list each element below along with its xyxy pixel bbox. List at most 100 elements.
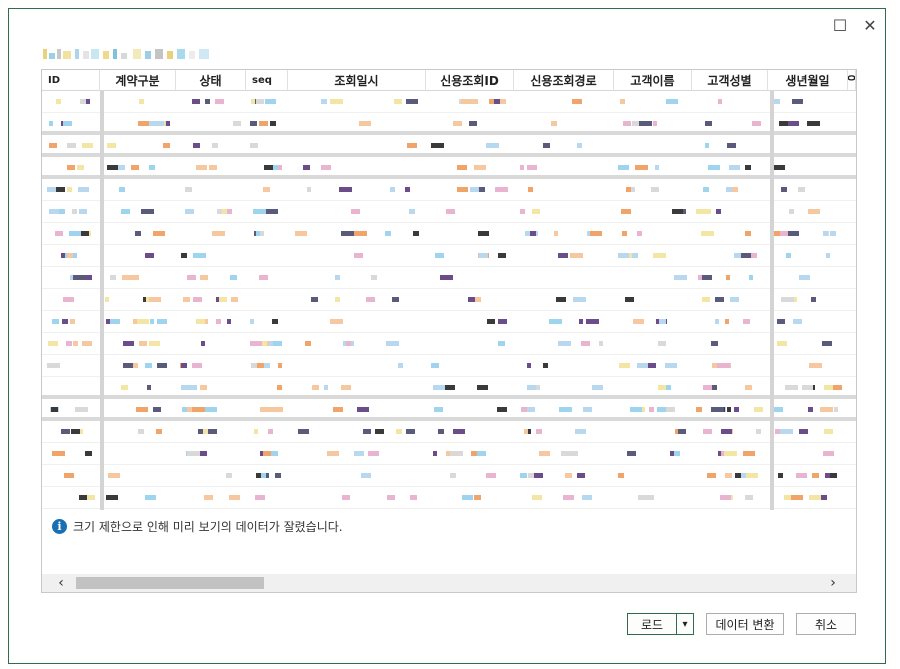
redacted-cell-pixels bbox=[342, 495, 350, 500]
redacted-cell-pixels bbox=[275, 473, 281, 478]
redacted-cell-pixels bbox=[592, 385, 603, 390]
load-button[interactable]: 로드 bbox=[627, 613, 677, 635]
table-row[interactable] bbox=[42, 157, 856, 179]
column-header-status[interactable]: 상태 bbox=[176, 70, 246, 90]
table-row[interactable] bbox=[42, 509, 856, 510]
redacted-cell-pixels bbox=[375, 429, 384, 434]
redacted-cell-pixels bbox=[802, 385, 813, 390]
scroll-right-button[interactable]: › bbox=[824, 574, 842, 592]
redacted-cell-pixels bbox=[163, 143, 170, 148]
table-row[interactable] bbox=[42, 333, 856, 355]
redacted-cell-pixels bbox=[808, 407, 813, 412]
redacted-cell-pixels bbox=[539, 451, 550, 456]
redacted-cell-pixels bbox=[272, 319, 278, 324]
redacted-cell-pixels bbox=[205, 407, 217, 412]
redacted-cell-pixels bbox=[209, 165, 217, 170]
redacted-cell-pixels bbox=[150, 319, 154, 324]
redacted-cell-pixels bbox=[718, 99, 722, 104]
load-dropdown-button[interactable]: ▾ bbox=[676, 613, 694, 635]
table-row[interactable] bbox=[42, 377, 856, 399]
redacted-cell-pixels bbox=[536, 429, 542, 434]
table-row[interactable] bbox=[42, 355, 856, 377]
redacted-cell-pixels bbox=[431, 363, 439, 368]
table-row[interactable] bbox=[42, 465, 856, 487]
column-header-query-datetime[interactable]: 조회일시 bbox=[288, 70, 426, 90]
redacted-cell-pixels bbox=[86, 99, 90, 104]
redacted-cell-pixels bbox=[618, 473, 624, 478]
redacted-cell-pixels bbox=[85, 451, 92, 456]
transform-data-button[interactable]: 데이터 변환 bbox=[706, 613, 784, 635]
redacted-cell-pixels bbox=[82, 143, 93, 148]
table-row[interactable] bbox=[42, 399, 856, 421]
horizontal-scrollbar[interactable]: ‹ › bbox=[42, 574, 856, 592]
redacted-cell-pixels bbox=[830, 231, 836, 236]
redacted-cell-pixels bbox=[720, 495, 731, 500]
redacted-cell-pixels bbox=[746, 473, 758, 478]
redacted-cell-pixels bbox=[193, 253, 206, 258]
table-row[interactable] bbox=[42, 443, 856, 465]
column-header-seq[interactable]: seq bbox=[246, 70, 288, 90]
redacted-cell-pixels bbox=[570, 253, 583, 258]
redacted-cell-pixels bbox=[82, 341, 92, 346]
redacted-cell-pixels bbox=[271, 451, 278, 456]
table-row[interactable] bbox=[42, 421, 856, 443]
redacted-cell-pixels bbox=[633, 319, 644, 324]
column-header-credit-query-path[interactable]: 신용조회경로 bbox=[514, 70, 614, 90]
column-header-id[interactable]: ID bbox=[42, 70, 100, 90]
redacted-cell-pixels bbox=[250, 121, 257, 126]
table-row[interactable] bbox=[42, 135, 856, 157]
redacted-cell-pixels bbox=[307, 187, 311, 192]
column-header-credit-query-id[interactable]: 신용조회ID bbox=[426, 70, 514, 90]
redacted-cell-pixels bbox=[453, 429, 465, 434]
column-header-customer-gender[interactable]: 고객성별 bbox=[692, 70, 768, 90]
redacted-cell-pixels bbox=[106, 495, 113, 500]
redacted-cell-pixels bbox=[581, 341, 590, 346]
redacted-cell-pixels bbox=[520, 473, 527, 478]
redacted-cell-pixels bbox=[745, 165, 751, 170]
table-row[interactable] bbox=[42, 487, 856, 509]
redacted-cell-pixels bbox=[153, 231, 165, 236]
table-row[interactable] bbox=[42, 245, 856, 267]
scroll-left-button[interactable]: ‹ bbox=[52, 574, 70, 592]
maximize-button[interactable]: ☐ bbox=[829, 14, 851, 36]
redacted-cell-pixels bbox=[579, 319, 583, 324]
table-row[interactable] bbox=[42, 91, 856, 113]
table-row[interactable] bbox=[42, 267, 856, 289]
column-header-customer-name[interactable]: 고객이름 bbox=[614, 70, 692, 90]
column-header-contract-type[interactable]: 계약구분 bbox=[100, 70, 176, 90]
table-row[interactable] bbox=[42, 311, 856, 333]
redacted-cell-pixels bbox=[311, 297, 318, 302]
redacted-cell-pixels bbox=[573, 297, 586, 302]
table-row[interactable] bbox=[42, 113, 856, 135]
table-row[interactable] bbox=[42, 223, 856, 245]
redacted-cell-pixels bbox=[834, 407, 838, 412]
table-row[interactable] bbox=[42, 179, 856, 201]
column-header-next-col[interactable]: ᄋ bbox=[848, 70, 856, 90]
close-button[interactable]: ✕ bbox=[859, 14, 881, 36]
redacted-cell-pixels bbox=[807, 121, 820, 126]
redacted-cell-pixels bbox=[196, 165, 207, 170]
redacted-cell-pixels bbox=[734, 407, 739, 412]
redacted-cell-pixels bbox=[78, 187, 89, 192]
redacted-cell-pixels bbox=[105, 297, 109, 302]
pixelated-title-image bbox=[43, 49, 209, 59]
redacted-cell-pixels bbox=[543, 143, 550, 148]
redacted-cell-pixels bbox=[565, 473, 572, 478]
preview-table[interactable]: ID계약구분상태seq조회일시신용조회ID신용조회경로고객이름고객성별생년월일ᄋ bbox=[42, 70, 856, 510]
redacted-cell-pixels bbox=[528, 187, 533, 192]
table-row[interactable] bbox=[42, 201, 856, 223]
scrollbar-thumb[interactable] bbox=[76, 577, 264, 589]
redacted-cell-pixels bbox=[119, 187, 125, 192]
redacted-cell-pixels bbox=[651, 187, 659, 192]
column-header-birth-date[interactable]: 생년월일 bbox=[768, 70, 848, 90]
redacted-cell-pixels bbox=[793, 319, 802, 324]
cancel-button[interactable]: 취소 bbox=[796, 613, 856, 635]
table-row[interactable] bbox=[42, 289, 856, 311]
id-column-divider bbox=[100, 91, 104, 510]
redacted-cell-pixels bbox=[799, 429, 808, 434]
redacted-cell-pixels bbox=[754, 407, 763, 412]
redacted-cell-pixels bbox=[265, 209, 278, 214]
redacted-cell-pixels bbox=[149, 165, 155, 170]
redacted-cell-pixels bbox=[215, 99, 224, 104]
redacted-cell-pixels bbox=[193, 297, 202, 302]
